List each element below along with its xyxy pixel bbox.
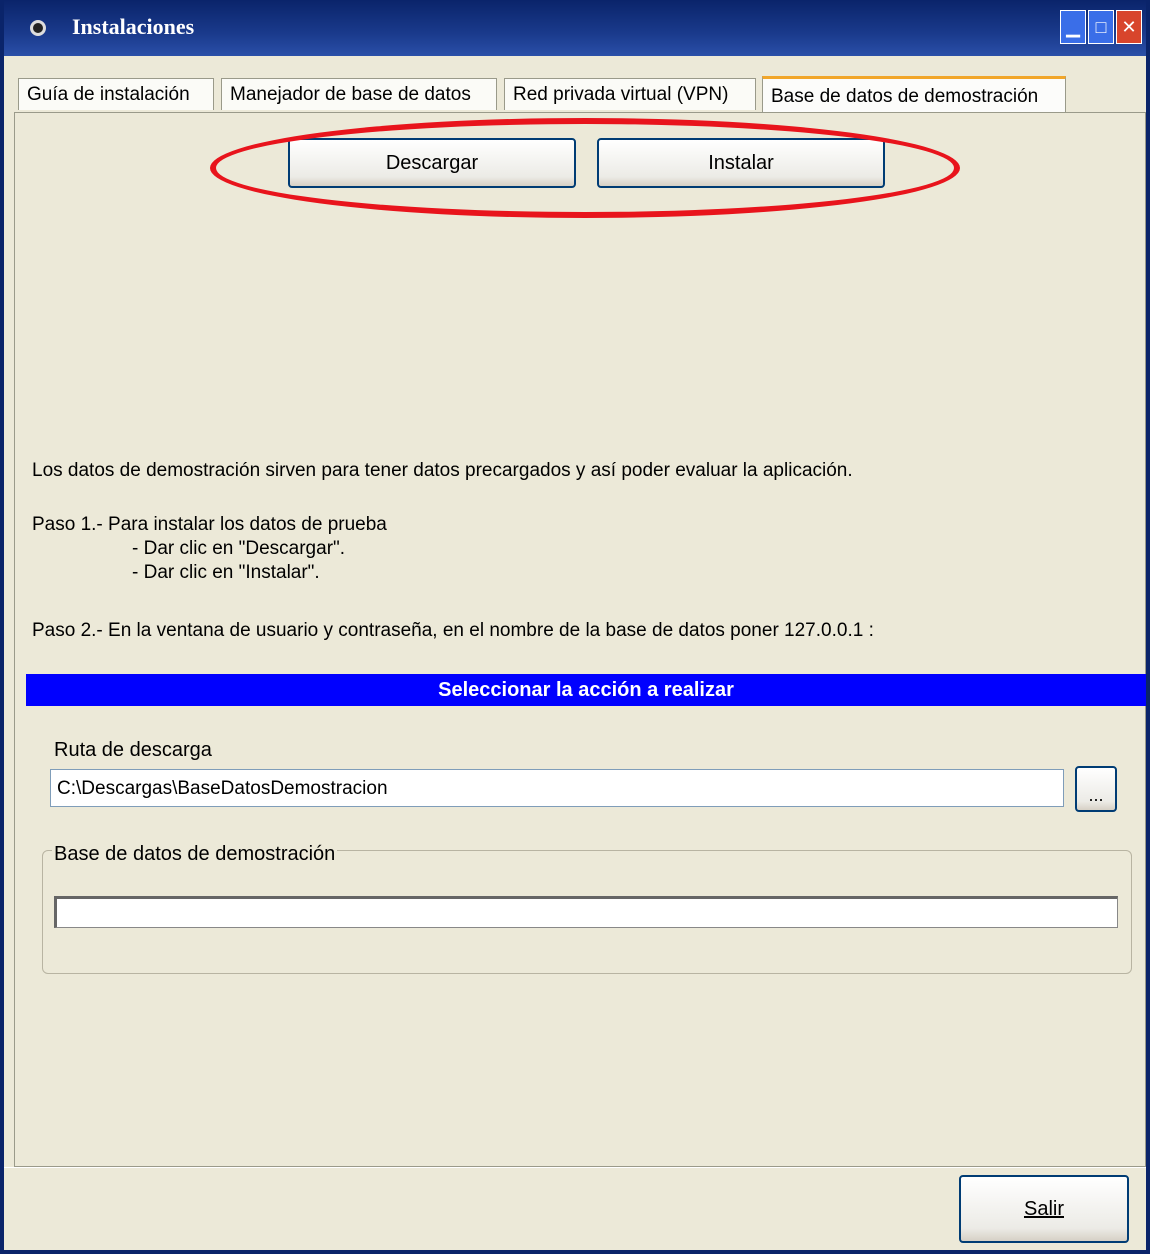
installations-window: Instalaciones ▁ □ ✕ Guía de instalación … bbox=[0, 0, 1150, 1254]
minimize-button[interactable]: ▁ bbox=[1060, 10, 1086, 44]
tab-installation-guide[interactable]: Guía de instalación bbox=[18, 78, 214, 110]
window-title: Instalaciones bbox=[72, 14, 195, 39]
download-path-label: Ruta de descarga bbox=[54, 739, 212, 761]
step1-title: Paso 1.- Para instalar los datos de prue… bbox=[32, 514, 387, 535]
download-path-input[interactable]: C:\Descargas\BaseDatosDemostracion bbox=[50, 769, 1064, 807]
install-button[interactable]: Instalar bbox=[597, 138, 885, 188]
step2-text: Paso 2.- En la ventana de usuario y cont… bbox=[32, 620, 874, 641]
demo-group-legend: Base de datos de demostración bbox=[52, 843, 338, 866]
close-button[interactable]: ✕ bbox=[1116, 10, 1142, 44]
exit-label: Salir bbox=[1023, 1198, 1064, 1220]
tab-database-manager[interactable]: Manejador de base de datos bbox=[221, 78, 497, 110]
step1-install-text: - Dar clic en "Instalar". bbox=[132, 562, 320, 583]
tab-vpn[interactable]: Red privada virtual (VPN) bbox=[504, 78, 756, 110]
tab-demo-database[interactable]: Base de datos de demostración bbox=[762, 76, 1066, 112]
download-button[interactable]: Descargar bbox=[288, 138, 576, 188]
browse-button[interactable]: ... bbox=[1075, 766, 1117, 812]
demo-progress-bar bbox=[54, 896, 1118, 928]
maximize-button[interactable]: □ bbox=[1088, 10, 1114, 44]
exit-button[interactable]: Salir bbox=[959, 1175, 1129, 1243]
app-icon bbox=[30, 20, 46, 36]
title-bar: Instalaciones ▁ □ ✕ bbox=[4, 0, 1146, 56]
intro-text: Los datos de demostración sirven para te… bbox=[32, 460, 853, 481]
step1-download-text: - Dar clic en "Descargar". bbox=[132, 538, 346, 559]
action-banner: Seleccionar la acción a realizar bbox=[26, 674, 1146, 706]
